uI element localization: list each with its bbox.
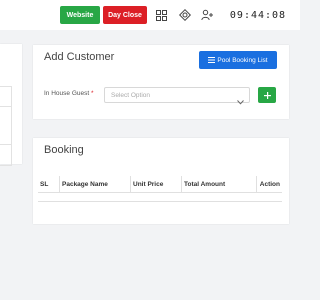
chevron-down-icon <box>237 92 244 110</box>
required-mark: * <box>90 90 94 97</box>
select-placeholder: Select Option <box>111 92 151 99</box>
website-button[interactable]: Website <box>60 6 100 24</box>
column-unit-price: Unit Price <box>130 176 182 193</box>
divider <box>11 86 12 166</box>
add-guest-button[interactable] <box>258 87 276 103</box>
day-close-button[interactable]: Day Close <box>103 6 147 24</box>
column-package-name: Package Name <box>59 176 131 193</box>
booking-table: SL Package Name Unit Price Total Amount … <box>38 176 282 202</box>
table-row <box>38 192 282 202</box>
in-house-guest-select[interactable]: Select Option <box>104 87 250 105</box>
table-header-row: SL Package Name Unit Price Total Amount … <box>38 176 282 193</box>
settings-icon[interactable] <box>177 7 193 23</box>
booking-card: Booking SL Package Name Unit Price Total… <box>33 138 289 224</box>
add-customer-title: Add Customer <box>44 51 115 63</box>
add-customer-card: Add Customer Pool Booking List In House … <box>33 45 289 119</box>
plus-icon <box>263 91 271 99</box>
column-total-amount: Total Amount <box>181 176 257 193</box>
in-house-guest-text: In House Guest <box>44 90 90 97</box>
pool-booking-list-button[interactable]: Pool Booking List <box>199 51 277 69</box>
left-panel <box>0 44 22 166</box>
column-action: Action <box>256 176 282 193</box>
column-sl: SL <box>38 176 60 193</box>
booking-title: Booking <box>44 144 84 156</box>
top-bar: Website Day Close 09:44:08 <box>0 0 300 30</box>
add-user-icon[interactable] <box>199 7 215 23</box>
list-icon <box>208 57 216 63</box>
grid-icon[interactable] <box>153 7 169 23</box>
pool-booking-list-label: Pool Booking List <box>217 56 268 64</box>
clock: 09:44:08 <box>229 9 287 21</box>
in-house-guest-label: In House Guest * <box>44 90 94 97</box>
